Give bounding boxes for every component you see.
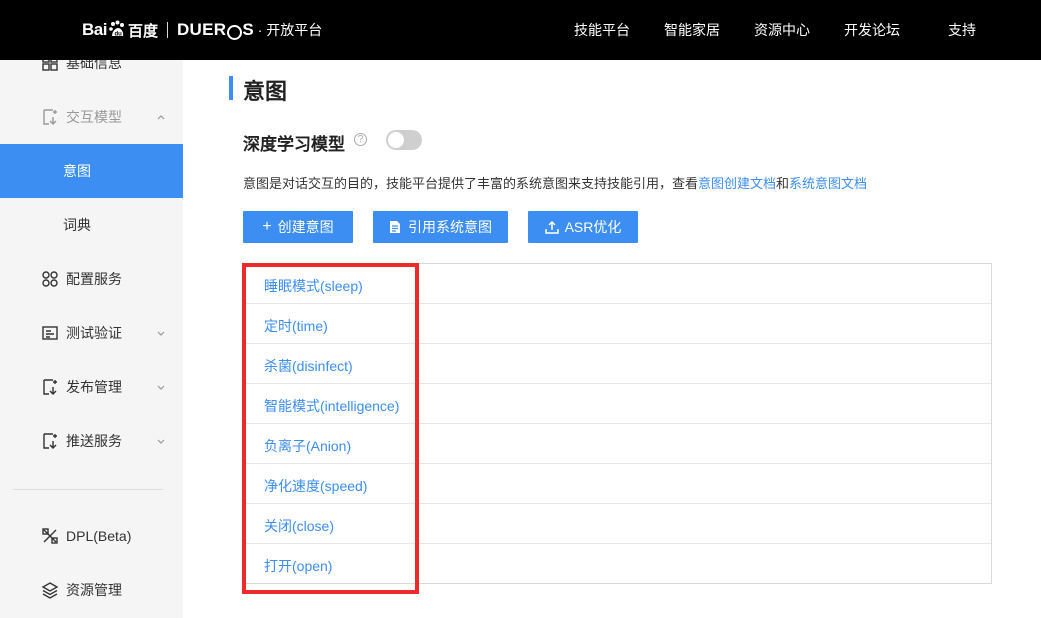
asr-optimize-label: ASR优化 xyxy=(564,219,622,235)
layers-icon xyxy=(41,582,59,599)
logo-baidu-text: Bai xyxy=(82,20,107,39)
asr-optimize-button[interactable]: ASR优化 xyxy=(528,211,638,243)
sidebar-item-basic-info[interactable]: 基础信息 xyxy=(0,60,183,90)
create-intent-button[interactable]: + 创建意图 xyxy=(243,211,353,243)
sidebar-item-config-service[interactable]: 配置服务 xyxy=(0,252,183,306)
sidebar-item-dictionary[interactable]: 词典 xyxy=(0,198,183,252)
sidebar-item-label: DPL(Beta) xyxy=(66,528,132,544)
chevron-down-icon xyxy=(157,331,165,336)
top-navbar: Bai du 百度 DUER S · 开放平台 技能平台 智能家居 资源中心 开… xyxy=(0,0,1041,60)
nav-skill-platform[interactable]: 技能平台 xyxy=(574,0,630,60)
sidebar-item-intent[interactable]: 意图 xyxy=(0,144,183,198)
create-intent-label: 创建意图 xyxy=(277,219,334,235)
svg-text:du: du xyxy=(114,32,122,38)
sidebar-item-label: 推送服务 xyxy=(66,433,122,449)
upload-icon xyxy=(544,220,559,234)
sidebar-item-publish[interactable]: 发布管理 xyxy=(0,360,183,414)
intent-description: 意图是对话交互的目的，技能平台提供了丰富的系统意图来支持技能引用，查看意图创建文… xyxy=(243,173,867,192)
nav-resource-center[interactable]: 资源中心 xyxy=(754,0,810,60)
nav-support[interactable]: 支持 xyxy=(948,0,976,60)
sidebar-divider xyxy=(13,489,163,490)
sidebar-item-label: 发布管理 xyxy=(66,379,122,395)
red-highlight-box xyxy=(242,263,419,594)
logo-baidu-cn: 百度 xyxy=(127,22,158,40)
reference-system-intent-button[interactable]: 引用系统意图 xyxy=(373,211,508,243)
nav-dev-forum[interactable]: 开发论坛 xyxy=(844,0,900,60)
intent-doc-link[interactable]: 意图创建文档 xyxy=(698,176,776,191)
grid-icon xyxy=(42,60,58,71)
push-icon xyxy=(43,433,57,449)
deep-learning-toggle[interactable] xyxy=(386,130,422,150)
sidebar-item-dpl[interactable]: DPL(Beta) xyxy=(0,509,183,563)
system-intent-doc-link[interactable]: 系统意图文档 xyxy=(789,176,867,191)
sidebar-item-label: 配置服务 xyxy=(66,271,122,287)
logo-duer-text: DUER xyxy=(176,20,227,39)
sidebar-item-interaction-model[interactable]: 交互模型 xyxy=(0,90,183,144)
title-accent-bar xyxy=(229,76,233,100)
chevron-down-icon xyxy=(157,385,165,390)
interaction-icon xyxy=(43,109,57,125)
chevron-up-icon xyxy=(157,115,165,120)
sidebar-item-label: 资源管理 xyxy=(66,582,122,598)
config-icon xyxy=(42,271,58,287)
chevron-down-icon xyxy=(157,439,165,444)
sidebar-item-push[interactable]: 推送服务 xyxy=(0,414,183,468)
description-text: 意图是对话交互的目的，技能平台提供了丰富的系统意图来支持技能引用，查看 xyxy=(243,176,699,191)
sidebar-item-label: 测试验证 xyxy=(66,325,122,341)
sidebar-item-label: 基础信息 xyxy=(66,60,122,71)
sidebar: 基础信息 交互模型 意图 词典 配置服务 测试验证 发布管理 推送服务 DPL(… xyxy=(0,60,183,618)
logo-separator xyxy=(166,22,168,38)
document-icon xyxy=(390,221,400,233)
plus-icon: + xyxy=(262,218,272,235)
logo-os-s: S xyxy=(242,20,254,39)
deep-learning-model-label: 深度学习模型 xyxy=(243,135,345,154)
test-icon xyxy=(42,326,58,340)
sidebar-item-label: 交互模型 xyxy=(66,109,122,125)
dpl-icon xyxy=(42,528,58,544)
reference-system-intent-label: 引用系统意图 xyxy=(408,219,492,235)
toggle-knob xyxy=(388,132,404,148)
description-and: 和 xyxy=(776,176,790,191)
sidebar-item-resources[interactable]: 资源管理 xyxy=(0,563,183,617)
logo-platform-text: · 开放平台 xyxy=(257,22,323,38)
sidebar-item-label: 词典 xyxy=(63,217,91,233)
baidu-paw-icon: du xyxy=(109,20,124,38)
help-icon[interactable]: ? xyxy=(354,133,367,146)
page-title: 意图 xyxy=(243,79,288,104)
publish-icon xyxy=(43,379,57,395)
logo-os-circle-icon xyxy=(227,24,243,40)
nav-smart-home[interactable]: 智能家居 xyxy=(664,0,720,60)
sidebar-item-test[interactable]: 测试验证 xyxy=(0,306,183,360)
duer-os-logo[interactable]: Bai du 百度 DUER S · 开放平台 xyxy=(82,14,322,46)
sidebar-item-label: 意图 xyxy=(63,163,91,179)
